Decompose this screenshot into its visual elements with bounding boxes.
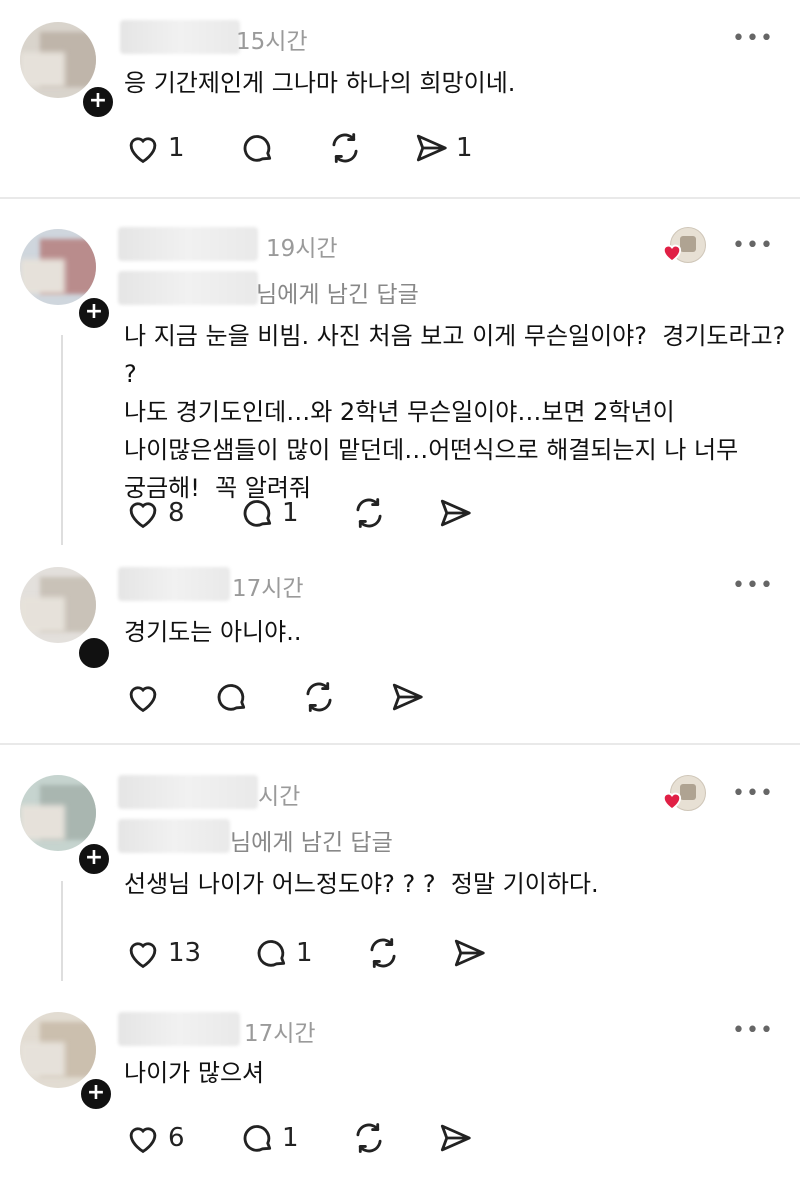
comment-bubble-icon	[243, 135, 272, 162]
repost-button[interactable]	[350, 1118, 388, 1158]
comment-button[interactable]: 1	[238, 1118, 299, 1158]
follow-dot[interactable]	[76, 635, 112, 671]
more-options-icon[interactable]: •••	[732, 233, 774, 258]
share-button[interactable]	[436, 1118, 474, 1158]
reply-target-redacted	[118, 819, 230, 853]
more-options-icon[interactable]: •••	[732, 1018, 774, 1043]
timestamp: 19시간	[266, 236, 338, 262]
repost-icon	[356, 498, 382, 528]
liked-by-author-avatar	[662, 227, 706, 263]
timestamp: 시간	[258, 784, 301, 810]
heart-icon	[129, 942, 157, 969]
reply-to-label: 님에게 남긴 답글	[230, 830, 393, 856]
liked-by-author-avatar	[662, 775, 706, 811]
share-button[interactable]	[436, 493, 474, 533]
comment-button[interactable]	[212, 677, 250, 717]
heart-badge-icon	[662, 792, 682, 810]
comment-bubble-icon	[243, 1125, 272, 1152]
reply-target-redacted	[118, 271, 258, 305]
post-text: 응 기간제인게 그나마 하나의 희망이네.	[124, 69, 516, 97]
repost-icon	[306, 682, 332, 712]
send-icon	[392, 683, 423, 711]
repost-button[interactable]	[300, 677, 338, 717]
comment-count: 1	[282, 498, 299, 528]
username-redacted	[120, 20, 240, 54]
heart-icon	[129, 686, 157, 713]
repost-button[interactable]	[326, 128, 364, 168]
comment-count: 1	[296, 938, 313, 968]
like-button[interactable]: 13	[124, 933, 201, 973]
send-icon	[454, 939, 485, 967]
post-3: 17시간 ••• 경기도는 아니야..	[0, 545, 800, 743]
share-button[interactable]: 1	[412, 128, 473, 168]
more-options-icon[interactable]: •••	[732, 26, 774, 51]
post-text: 선생님 나이가 어느정도야? ? ? 정말 기이하다.	[124, 870, 599, 898]
like-button[interactable]: 8	[124, 493, 185, 533]
action-bar: 1 1	[0, 128, 800, 168]
share-button[interactable]	[388, 677, 426, 717]
like-count: 1	[168, 133, 185, 163]
repost-icon	[370, 938, 396, 968]
repost-icon	[332, 133, 358, 163]
reply-to-label: 님에게 남긴 답글	[256, 282, 419, 308]
comment-button[interactable]: 1	[252, 933, 313, 973]
repost-button[interactable]	[364, 933, 402, 973]
post-2: + 19시간 님에게 남긴 답글 ••• 나 지금 눈을 비빔. 사진 처음 보…	[0, 199, 800, 545]
username-redacted	[118, 227, 258, 261]
post-5: + 17시간 ••• 나이가 많으셔 6 1	[0, 990, 800, 1180]
comment-count: 1	[282, 1123, 299, 1153]
post-4: + 시간 님에게 남긴 답글 ••• 선생님 나이가 어느정도야? ? ? 정말…	[0, 745, 800, 990]
repost-button[interactable]	[350, 493, 388, 533]
send-icon	[440, 499, 471, 527]
more-options-icon[interactable]: •••	[732, 781, 774, 806]
follow-plus-icon[interactable]: +	[80, 84, 116, 120]
action-bar: 6 1	[0, 1118, 800, 1158]
timestamp: 15시간	[236, 29, 308, 55]
follow-plus-icon[interactable]: +	[76, 295, 112, 331]
share-button[interactable]	[450, 933, 488, 973]
username-redacted	[118, 1012, 240, 1046]
post-text: 나이가 많으셔	[124, 1059, 265, 1087]
post-text: 나 지금 눈을 비빔. 사진 처음 보고 이게 무슨일이야? 경기도라고? ? …	[124, 322, 786, 502]
action-bar: 8 1	[0, 493, 800, 533]
send-icon	[416, 134, 447, 162]
repost-icon	[356, 1123, 382, 1153]
like-button[interactable]: 6	[124, 1118, 185, 1158]
avatar[interactable]	[20, 1012, 96, 1088]
heart-icon	[129, 502, 157, 529]
timestamp: 17시간	[244, 1021, 316, 1047]
timestamp: 17시간	[232, 576, 304, 602]
avatar[interactable]	[20, 567, 96, 643]
comment-bubble-icon	[243, 500, 272, 527]
post-text: 경기도는 아니야..	[124, 618, 302, 646]
post-1: + 15시간 ••• 응 기간제인게 그나마 하나의 희망이네. 1 1	[0, 0, 800, 197]
comment-button[interactable]: 1	[238, 493, 299, 533]
heart-icon	[129, 137, 157, 164]
follow-plus-icon[interactable]: +	[78, 1076, 114, 1112]
avatar[interactable]	[20, 22, 96, 98]
avatar[interactable]	[20, 775, 96, 851]
more-options-icon[interactable]: •••	[732, 573, 774, 598]
avatar[interactable]	[20, 229, 96, 305]
like-count: 6	[168, 1123, 185, 1153]
action-bar: 13 1	[0, 933, 800, 973]
action-bar	[0, 677, 800, 717]
like-button[interactable]: 1	[124, 128, 185, 168]
heart-badge-icon	[662, 244, 682, 262]
like-count: 13	[168, 938, 202, 968]
like-button[interactable]	[124, 677, 162, 717]
send-icon	[440, 1124, 471, 1152]
like-count: 8	[168, 498, 185, 528]
username-redacted	[118, 775, 258, 809]
heart-icon	[129, 1127, 157, 1154]
username-redacted	[118, 567, 230, 601]
comment-bubble-icon	[217, 684, 246, 711]
comment-bubble-icon	[257, 940, 286, 967]
share-count: 1	[456, 133, 473, 163]
comment-button[interactable]	[238, 128, 282, 168]
follow-plus-icon[interactable]: +	[76, 841, 112, 877]
